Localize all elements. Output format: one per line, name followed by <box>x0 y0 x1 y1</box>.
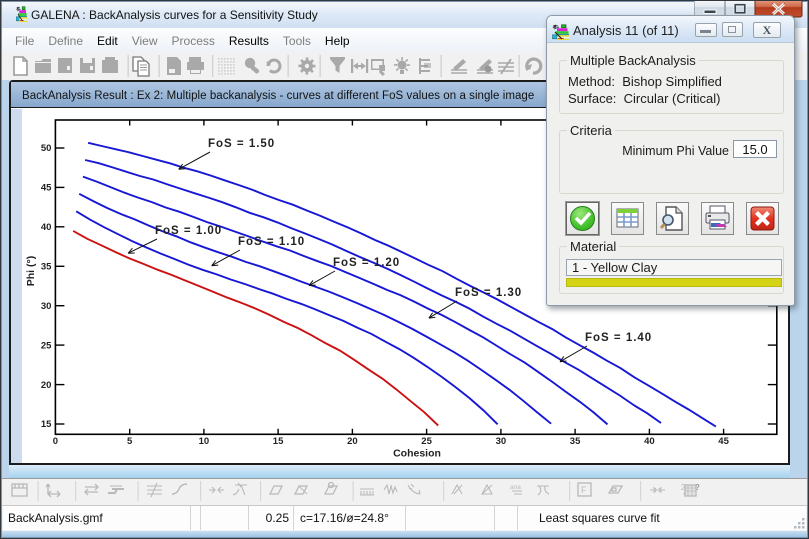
svg-text:F: F <box>581 485 587 495</box>
svg-text:ana: ana <box>510 484 521 491</box>
svg-text:?: ? <box>695 483 700 492</box>
